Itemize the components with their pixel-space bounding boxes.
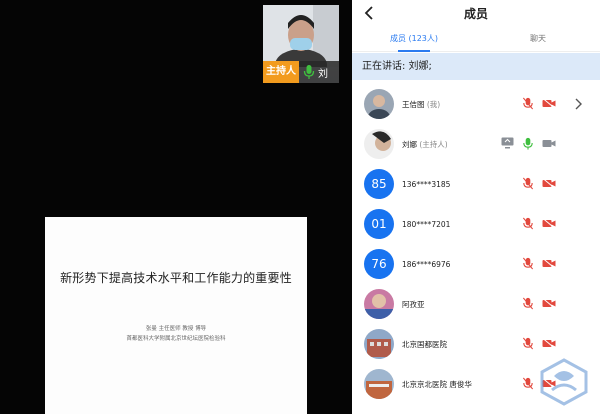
member-name: 阿孜亚 <box>402 299 425 309</box>
host-video-image <box>263 5 339 67</box>
host-video-tile[interactable]: 主持人 刘 <box>263 5 339 83</box>
slide-title: 新形势下提高技术水平和工作能力的重要性 <box>60 271 292 285</box>
mic-active-icon[interactable] <box>522 137 534 150</box>
member-row[interactable]: 85 136****3185 <box>352 164 600 204</box>
mic-active-icon <box>303 65 315 79</box>
member-name: 王佶图 (我) <box>402 99 441 109</box>
member-name: 180****7201 <box>402 219 451 229</box>
avatar: 01 <box>364 209 394 239</box>
member-row[interactable]: 刘娜 (主持人) <box>352 124 600 164</box>
video-stage: 新形势下提高技术水平和工作能力的重要性 张曼 主任医师 教授 博导 首都医科大学… <box>0 0 352 414</box>
camera-off-icon[interactable] <box>542 178 556 189</box>
camera-off-icon[interactable] <box>542 258 556 269</box>
screen-share-icon[interactable] <box>501 137 514 149</box>
camera-off-icon[interactable] <box>542 298 556 309</box>
panel-title: 成员 <box>463 7 488 21</box>
avatar <box>364 129 394 159</box>
mic-muted-icon[interactable] <box>522 297 534 310</box>
member-row[interactable]: 王佶图 (我) <box>352 84 600 124</box>
member-row[interactable]: 76 186****6976 <box>352 244 600 284</box>
members-panel: 成员 成员 (123人) 聊天 正在讲话: 刘娜; 王佶图 (我) 刘娜 (主持… <box>352 0 600 414</box>
host-name: 刘 <box>318 68 328 80</box>
panel-header: 成员 <box>352 0 600 27</box>
shared-slide: 新形势下提高技术水平和工作能力的重要性 张曼 主任医师 教授 博导 首都医科大学… <box>45 217 307 414</box>
avatar <box>364 89 394 119</box>
member-name: 北京京北医院 唐俊华 <box>402 379 472 389</box>
member-row[interactable]: 阿孜亚 <box>352 284 600 324</box>
slide-author: 张曼 主任医师 教授 博导 <box>145 326 207 332</box>
avatar: 76 <box>364 249 394 279</box>
tab-chat[interactable]: 聊天 <box>476 28 600 51</box>
mic-muted-icon[interactable] <box>522 217 534 230</box>
mic-muted-icon[interactable] <box>522 97 534 110</box>
tab-bar: 成员 (123人) 聊天 <box>352 28 600 52</box>
avatar <box>364 369 394 399</box>
back-arrow-icon[interactable] <box>362 3 378 23</box>
camera-on-icon[interactable] <box>542 138 556 149</box>
camera-off-icon[interactable] <box>542 218 556 229</box>
chevron-right-icon[interactable] <box>574 98 582 110</box>
member-name: 刘娜 (主持人) <box>402 139 448 149</box>
avatar <box>364 329 394 359</box>
avatar: 85 <box>364 169 394 199</box>
speaking-indicator: 正在讲话: 刘娜; <box>352 53 600 80</box>
member-row[interactable]: 01 180****7201 <box>352 204 600 244</box>
slide-affiliation: 首都医科大学附属北京世纪坛医院检验科 <box>126 336 226 342</box>
watermark-logo-icon <box>540 358 588 406</box>
mic-muted-icon[interactable] <box>522 177 534 190</box>
tab-members[interactable]: 成员 (123人) <box>352 28 476 52</box>
host-badge: 主持人 <box>263 61 299 83</box>
avatar <box>364 289 394 319</box>
mic-muted-icon[interactable] <box>522 257 534 270</box>
member-name: 136****3185 <box>402 179 451 189</box>
mic-muted-icon[interactable] <box>522 337 534 350</box>
mic-muted-icon[interactable] <box>522 377 534 390</box>
member-name: 北京国都医院 <box>402 339 447 349</box>
member-name: 186****6976 <box>402 259 451 269</box>
camera-off-icon[interactable] <box>542 98 556 109</box>
camera-off-icon[interactable] <box>542 338 556 349</box>
